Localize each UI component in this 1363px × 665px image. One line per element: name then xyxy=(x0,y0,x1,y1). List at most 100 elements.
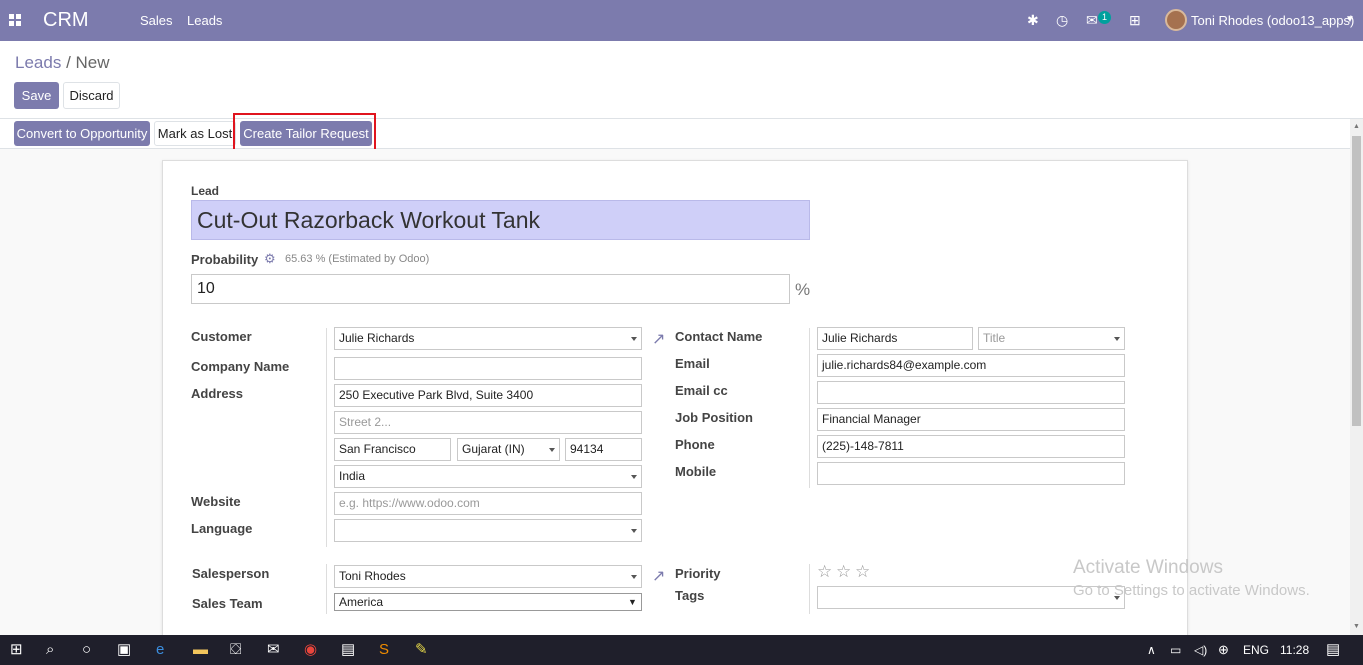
priority-label: Priority xyxy=(675,566,721,581)
breadcrumb-current: New xyxy=(75,53,110,72)
website-input[interactable]: e.g. https://www.odoo.com xyxy=(334,492,642,515)
messages-icon[interactable]: ✉ xyxy=(1086,12,1098,28)
photos-icon[interactable]: ▤ xyxy=(341,641,355,659)
email-cc-label: Email cc xyxy=(675,383,728,398)
control-panel: Leads / New Save Discard xyxy=(0,41,1363,119)
sales-team-caret-icon: ▼ xyxy=(628,597,637,607)
mark-as-lost-button[interactable]: Mark as Lost xyxy=(154,121,236,146)
task-view-icon[interactable]: ▣ xyxy=(117,641,131,659)
form-statusbar: Convert to Opportunity Mark as Lost Crea… xyxy=(0,119,1350,149)
network-globe-icon[interactable]: ⊕ xyxy=(1218,641,1229,659)
language-label: Language xyxy=(191,521,253,536)
priority-star-1-icon[interactable]: ☆ xyxy=(817,562,832,582)
input-language[interactable]: ENG xyxy=(1243,643,1269,657)
street2-input[interactable]: Street 2... xyxy=(334,411,642,434)
mobile-label: Mobile xyxy=(675,464,717,479)
job-position-label: Job Position xyxy=(675,410,753,425)
percent-sign: % xyxy=(795,280,811,299)
highlight-annotation-box xyxy=(233,113,376,153)
action-center-icon[interactable]: ▤ xyxy=(1326,641,1340,659)
salesperson-external-link-icon[interactable]: ↗ xyxy=(652,566,665,586)
lead-title-input[interactable]: Cut-Out Razorback Workout Tank xyxy=(191,200,810,240)
breadcrumb: Leads / New xyxy=(15,53,110,73)
volume-icon[interactable]: ◁) xyxy=(1194,641,1207,659)
language-select[interactable] xyxy=(334,519,642,542)
mobile-input[interactable] xyxy=(817,462,1125,485)
sales-team-label: Sales Team xyxy=(192,596,263,611)
sales-team-select[interactable]: America xyxy=(334,593,642,611)
salesperson-label: Salesperson xyxy=(192,566,270,581)
gear-icon[interactable]: ⚙ xyxy=(264,251,276,267)
breadcrumb-leads-link[interactable]: Leads xyxy=(15,53,61,72)
company-name-label: Company Name xyxy=(191,359,290,374)
edge-browser-icon[interactable]: e xyxy=(156,641,164,659)
user-avatar[interactable] xyxy=(1165,9,1187,31)
cortana-icon[interactable]: ○ xyxy=(82,641,91,659)
mail-icon[interactable]: ✉ xyxy=(267,641,280,659)
scrollbar-thumb[interactable] xyxy=(1352,136,1361,426)
battery-icon[interactable]: ▭ xyxy=(1170,641,1181,659)
search-icon[interactable]: ⌕ xyxy=(46,641,54,659)
phone-label: Phone xyxy=(675,437,715,452)
company-name-input[interactable] xyxy=(334,357,642,380)
email-label: Email xyxy=(675,356,710,371)
menu-leads[interactable]: Leads xyxy=(187,13,222,28)
customer-select[interactable]: Julie Richards xyxy=(334,327,642,350)
email-cc-input[interactable] xyxy=(817,381,1125,404)
salesperson-select[interactable]: Toni Rhodes xyxy=(334,565,642,588)
clock-time[interactable]: 11:28 xyxy=(1280,643,1309,657)
store-icon[interactable]: ⛋ xyxy=(230,641,241,659)
activation-watermark-subtitle: Go to Settings to activate Windows. xyxy=(1073,582,1310,599)
website-label: Website xyxy=(191,494,241,509)
left-separator-2 xyxy=(326,564,327,614)
email-input[interactable]: julie.richards84@example.com xyxy=(817,354,1125,377)
user-caret-icon[interactable]: ▼ xyxy=(1345,14,1355,25)
apps-menu-icon[interactable] xyxy=(9,14,21,26)
contact-name-label: Contact Name xyxy=(675,329,763,344)
notepad-icon[interactable]: ✎ xyxy=(415,641,428,659)
tags-label: Tags xyxy=(675,588,705,603)
city-input[interactable]: San Francisco xyxy=(334,438,451,461)
address-label: Address xyxy=(191,386,244,401)
right-separator-2 xyxy=(809,564,810,614)
discard-button[interactable]: Discard xyxy=(63,82,120,109)
tray-chevron-icon[interactable]: ∧ xyxy=(1147,641,1156,659)
title-select[interactable]: Title xyxy=(978,327,1125,350)
priority-star-3-icon[interactable]: ☆ xyxy=(855,562,870,582)
debug-icon[interactable]: ✱ xyxy=(1027,12,1039,28)
scroll-up-icon[interactable]: ▲ xyxy=(1353,123,1360,130)
windows-start-icon[interactable]: ⊞ xyxy=(10,641,23,659)
job-position-input[interactable]: Financial Manager xyxy=(817,408,1125,431)
left-separator xyxy=(326,328,327,547)
top-navbar: CRM Sales Leads ✱ ◷ ✉ 1 ⊞ Toni Rhodes (o… xyxy=(0,0,1363,41)
menu-sales[interactable]: Sales xyxy=(140,13,173,28)
convert-to-opportunity-button[interactable]: Convert to Opportunity xyxy=(14,121,150,146)
windows-taskbar: ⊞ ⌕ ○ ▣ e ▬ ⛋ ✉ ◉ ▤ S ✎ ∧ ▭ ◁) ⊕ ENG 11:… xyxy=(0,635,1363,665)
user-menu[interactable]: Toni Rhodes (odoo13_apps) xyxy=(1191,13,1354,28)
messages-badge: 1 xyxy=(1098,11,1111,24)
file-explorer-icon[interactable]: ▬ xyxy=(193,641,208,659)
right-separator xyxy=(809,328,810,488)
state-select[interactable]: Gujarat (IN) xyxy=(457,438,560,461)
probability-estimate: 65.63 % (Estimated by Odoo) xyxy=(285,253,430,265)
phone-input[interactable]: (225)-148-7811 xyxy=(817,435,1125,458)
app-brand[interactable]: CRM xyxy=(43,9,89,32)
chrome-icon[interactable]: ◉ xyxy=(304,641,317,659)
scroll-down-icon[interactable]: ▼ xyxy=(1353,623,1360,630)
save-button[interactable]: Save xyxy=(14,82,59,109)
sublime-text-icon[interactable]: S xyxy=(379,641,389,659)
priority-star-2-icon[interactable]: ☆ xyxy=(836,562,851,582)
gift-icon[interactable]: ⊞ xyxy=(1129,12,1141,28)
country-select[interactable]: India xyxy=(334,465,642,488)
lead-label: Lead xyxy=(191,184,220,198)
breadcrumb-separator: / xyxy=(66,53,71,72)
probability-label: Probability xyxy=(191,252,259,267)
probability-input[interactable]: 10 xyxy=(191,274,790,304)
contact-name-input[interactable]: Julie Richards xyxy=(817,327,973,350)
activity-clock-icon[interactable]: ◷ xyxy=(1056,12,1068,28)
street-input[interactable]: 250 Executive Park Blvd, Suite 3400 xyxy=(334,384,642,407)
customer-label: Customer xyxy=(191,329,252,344)
activation-watermark-title: Activate Windows xyxy=(1073,557,1223,578)
external-link-icon[interactable]: ↗ xyxy=(652,329,665,349)
zip-input[interactable]: 94134 xyxy=(565,438,642,461)
